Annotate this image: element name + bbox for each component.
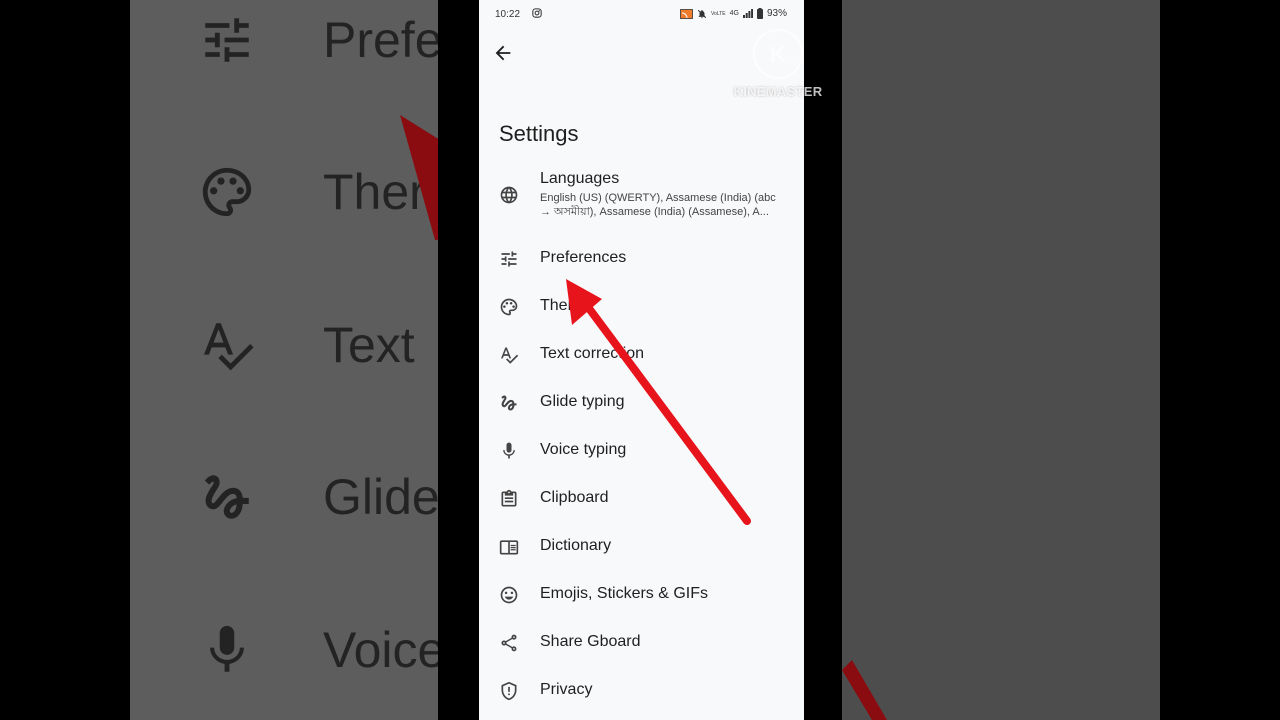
mute-icon bbox=[697, 9, 707, 18]
settings-item-label: Glide typing bbox=[540, 393, 625, 410]
settings-item-privacy[interactable]: Privacy bbox=[479, 671, 804, 711]
status-bar: 10:22 VoLTE 4G 93% bbox=[479, 0, 804, 28]
back-button[interactable] bbox=[492, 42, 514, 64]
settings-item-text-correction[interactable]: Text correction bbox=[479, 335, 804, 375]
network-text: 4G bbox=[729, 10, 739, 17]
settings-item-voice-typing[interactable]: Voice typing bbox=[479, 431, 804, 471]
spellcheck-icon bbox=[499, 345, 519, 365]
bg-row-text-correction: Text bbox=[198, 305, 415, 385]
tune-icon bbox=[499, 249, 519, 269]
settings-item-subtitle: English (US) (QWERTY), Assamese (India) … bbox=[540, 191, 792, 219]
bg-label: Glide bbox=[323, 469, 438, 525]
settings-item-theme[interactable]: Theme bbox=[479, 287, 804, 327]
signal-icon bbox=[742, 9, 753, 18]
status-icons: VoLTE 4G 93% bbox=[680, 8, 787, 19]
settings-item-clipboard[interactable]: Clipboard bbox=[479, 479, 804, 519]
globe-icon bbox=[499, 185, 519, 205]
bg-row-preferences: Prefe bbox=[198, 0, 438, 80]
kinemaster-watermark: K KINEMASTER bbox=[728, 28, 828, 103]
subtitle-line: English (US) (QWERTY), Assamese (India) … bbox=[540, 192, 776, 204]
bg-label: Text bbox=[323, 317, 415, 373]
palette-icon bbox=[198, 163, 256, 221]
zoomed-arrow-tail bbox=[842, 660, 887, 720]
background-zoom-left: Prefe Ther Text Glide Voice bbox=[130, 0, 438, 720]
share-icon bbox=[499, 633, 519, 653]
bg-row-voice: Voice bbox=[198, 610, 438, 690]
cast-icon bbox=[680, 8, 693, 19]
settings-item-label: Dictionary bbox=[540, 537, 612, 554]
settings-item-label: Share Gboard bbox=[540, 633, 641, 650]
palette-icon bbox=[499, 297, 519, 317]
bg-row-theme: Ther bbox=[198, 152, 426, 232]
tune-icon bbox=[198, 11, 256, 69]
settings-item-label: Clipboard bbox=[540, 489, 609, 506]
bg-label: Prefe bbox=[323, 12, 438, 68]
shield-icon bbox=[499, 681, 519, 701]
gesture-icon bbox=[198, 468, 256, 526]
battery-percent: 93% bbox=[766, 8, 787, 19]
settings-item-label: Text correction bbox=[540, 345, 645, 362]
settings-item-label: Voice typing bbox=[540, 441, 627, 458]
settings-item-share-gboard[interactable]: Share Gboard bbox=[479, 623, 804, 663]
subtitle-line: → অসমীয়া), Assamese (India) (Assamese),… bbox=[540, 206, 769, 218]
settings-item-languages[interactable]: Languages English (US) (QWERTY), Assames… bbox=[479, 170, 804, 222]
dictionary-icon bbox=[499, 537, 519, 557]
zoomed-arrow-head bbox=[400, 115, 438, 240]
settings-item-emojis[interactable]: Emojis, Stickers & GIFs bbox=[479, 575, 804, 615]
settings-item-dictionary[interactable]: Dictionary bbox=[479, 527, 804, 567]
spellcheck-icon bbox=[198, 316, 256, 374]
settings-item-preferences[interactable]: Preferences bbox=[479, 239, 804, 279]
settings-item-label: Privacy bbox=[540, 681, 593, 698]
kinemaster-logo-icon: K bbox=[752, 28, 804, 80]
settings-item-label: Languages bbox=[540, 170, 620, 187]
bg-row-glide: Glide bbox=[198, 457, 438, 537]
clipboard-icon bbox=[499, 489, 519, 509]
arrow-back-icon bbox=[495, 45, 511, 61]
bg-label: Voice bbox=[323, 622, 438, 678]
emoji-icon bbox=[499, 585, 519, 605]
mic-icon bbox=[198, 621, 256, 679]
settings-item-label: Theme bbox=[540, 297, 590, 314]
phone-screen: 10:22 VoLTE 4G 93% Settings Languages En… bbox=[479, 0, 804, 720]
page-title: Settings bbox=[499, 121, 579, 146]
volte-text: VoLTE bbox=[711, 10, 726, 17]
battery-icon bbox=[756, 8, 763, 19]
settings-item-label: Preferences bbox=[540, 249, 627, 266]
mic-icon bbox=[499, 441, 519, 461]
instagram-icon bbox=[532, 8, 542, 18]
status-time: 10:22 bbox=[495, 9, 521, 20]
svg-text:K: K bbox=[770, 42, 786, 67]
gesture-icon bbox=[499, 393, 519, 413]
settings-item-label: Emojis, Stickers & GIFs bbox=[540, 585, 709, 602]
settings-item-glide-typing[interactable]: Glide typing bbox=[479, 383, 804, 423]
watermark-text: KINEMASTER bbox=[733, 84, 823, 99]
background-zoom-right bbox=[842, 0, 1160, 720]
